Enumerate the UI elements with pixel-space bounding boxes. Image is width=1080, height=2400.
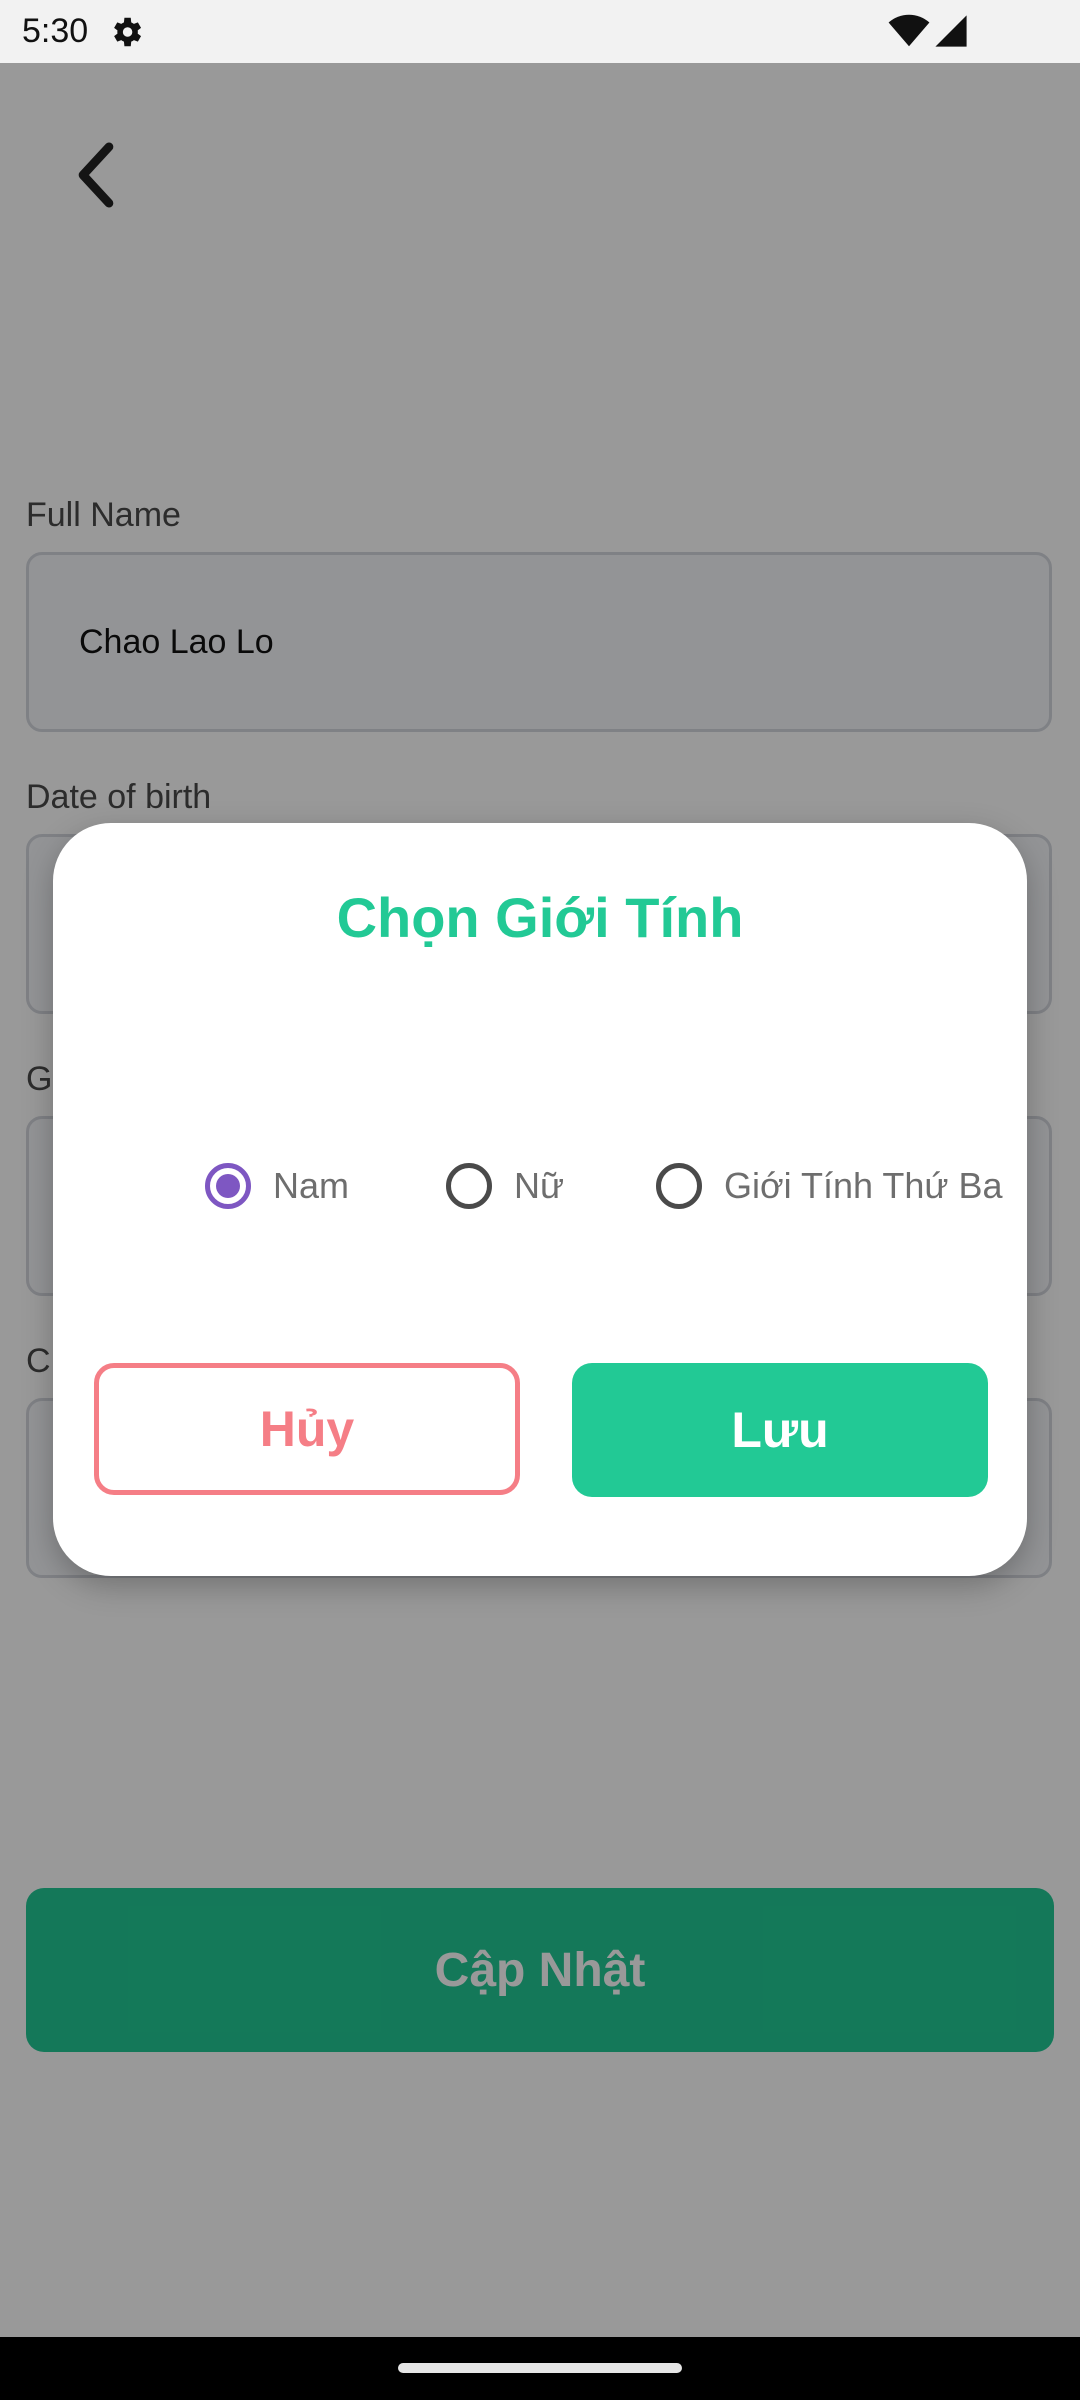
radio-option-nam[interactable]: Nam — [205, 1156, 349, 1216]
radio-label-nu: Nữ — [514, 1165, 565, 1206]
radio-unselected-icon — [656, 1163, 702, 1209]
home-indicator[interactable] — [398, 2363, 682, 2373]
status-time: 5:30 — [22, 12, 89, 50]
radio-label-nam: Nam — [273, 1165, 350, 1206]
radio-label-third-gender: Giới Tính Thứ Ba — [724, 1165, 1003, 1206]
signal-icon — [935, 15, 967, 47]
save-button[interactable]: Lưu — [572, 1363, 988, 1497]
navigation-bar — [0, 2337, 1080, 2400]
radio-selected-icon — [205, 1163, 251, 1209]
gender-dialog: Chọn Giới Tính Nam Nữ Giới Tính Thứ Ba H… — [53, 823, 1027, 1576]
radio-option-nu[interactable]: Nữ — [446, 1156, 564, 1216]
radio-option-third-gender[interactable]: Giới Tính Thứ Ba — [656, 1156, 1003, 1216]
cancel-button[interactable]: Hủy — [94, 1363, 520, 1495]
dialog-title: Chọn Giới Tính — [336, 886, 744, 949]
wifi-icon — [888, 14, 930, 47]
gender-radio-group: Nam Nữ Giới Tính Thứ Ba — [153, 1156, 1013, 1216]
status-bar: 5:30 — [0, 0, 1080, 63]
gear-icon — [114, 17, 142, 47]
radio-dot-icon — [216, 1174, 240, 1198]
radio-unselected-icon — [446, 1163, 492, 1209]
